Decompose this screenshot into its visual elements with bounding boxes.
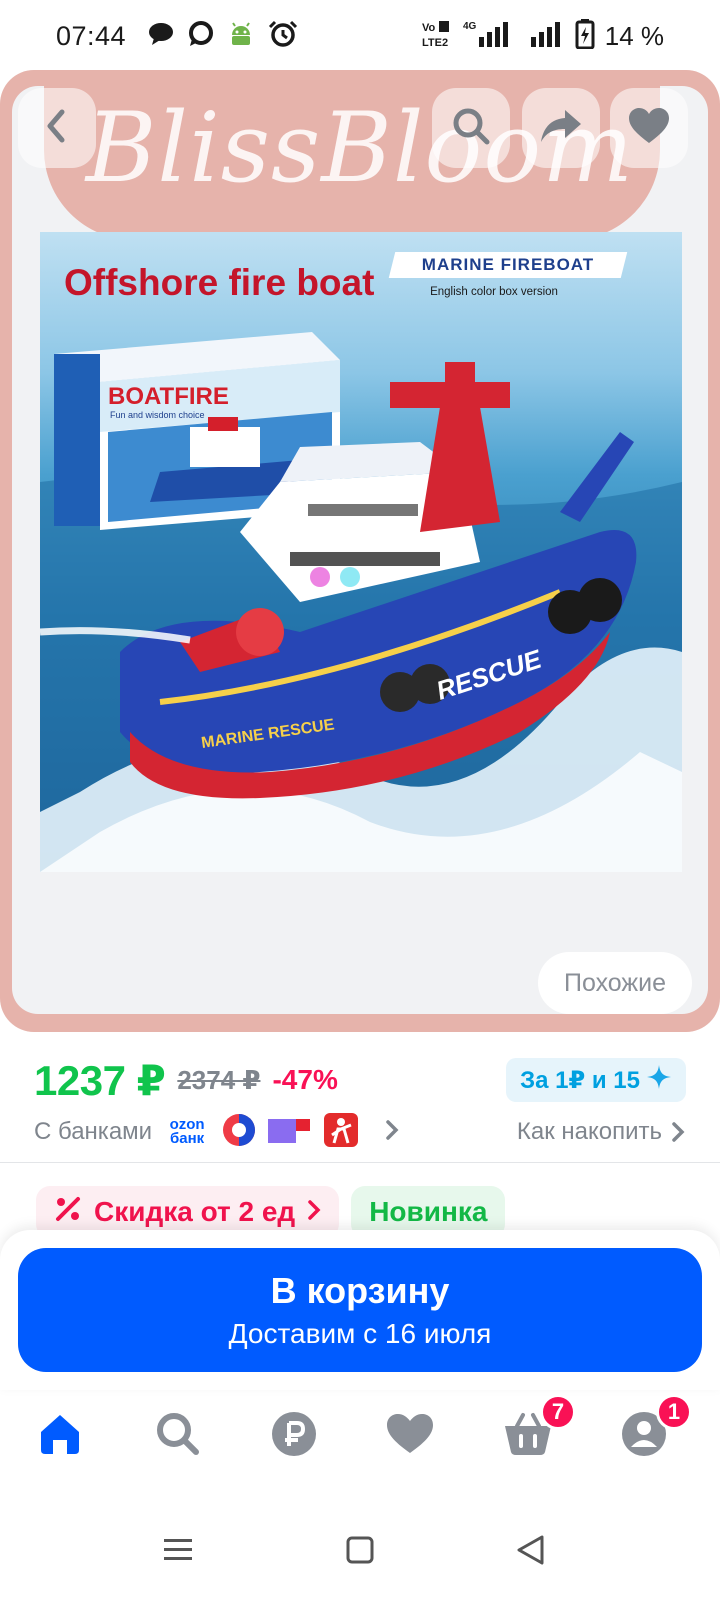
chevron-right-icon [384,1118,400,1147]
signal-icon: 4G [463,19,519,54]
status-time: 07:44 [56,20,127,51]
tab-profile[interactable]: 1 [614,1394,692,1466]
signal-icon-2 [529,19,565,54]
back-button[interactable] [18,88,96,168]
search-button[interactable] [432,88,510,168]
back-triangle-icon [515,1534,545,1571]
current-price: 1237 ₽ [34,1056,166,1104]
android-icon [228,21,254,52]
ozon-bank-logo: ozon банк [169,1116,205,1147]
tab-finance[interactable] [264,1406,324,1466]
bank-offers-row[interactable]: С банками ozon банк Как накопить [34,1110,686,1154]
bank-logo-circle-icon [222,1113,256,1152]
svg-text:Fun and wisdom choice: Fun and wisdom choice [110,410,205,420]
tab-favorites[interactable] [380,1406,440,1466]
svg-text:LTE2: LTE2 [422,37,448,49]
message-ring-icon [188,20,214,52]
home-icon [37,1412,83,1461]
old-price: 2374 ₽ [177,1064,261,1095]
svg-text:Vo: Vo [422,22,436,34]
favorite-icon [628,107,670,150]
percent-icon [54,1195,82,1230]
product-gallery[interactable]: BlissBloom Offshore fire boat MARINE FIR… [0,70,720,1032]
chat-bubble-icon [148,22,174,51]
bank-label: С банками [34,1118,153,1145]
status-right: Vo LTE2 4G 14 % [421,18,664,54]
share-icon [539,108,583,149]
battery-icon [575,18,595,54]
bank-logo-flag-icon [268,1115,312,1150]
recent-apps-button[interactable] [156,1530,200,1574]
profile-count-badge: 1 [656,1394,692,1430]
volte-icon: Vo LTE2 [421,19,453,54]
chevron-right-icon [307,1196,321,1228]
chevron-right-icon [672,1122,685,1142]
similar-button[interactable]: Похожие [538,952,692,1014]
battery-percent: 14 % [604,20,664,51]
tab-search[interactable] [148,1406,208,1466]
home-square-icon [346,1536,374,1569]
alarm-icon [268,20,298,53]
back-icon [42,108,72,149]
cart-count-badge: 7 [540,1394,576,1430]
product-page: 07:44 Vo LTE2 4G 14 % BlissBloom Offshor… [0,0,720,1600]
share-button[interactable] [522,88,600,168]
ruble-icon [271,1411,317,1462]
fireboat-illustration: BOATFIRE Fun and wisdom choice MARINE RE… [40,332,682,872]
svg-text:BOATFIRE: BOATFIRE [108,383,229,410]
tab-home[interactable] [30,1406,90,1466]
discount-badge: -47% [272,1064,338,1095]
product-image[interactable]: Offshore fire boat MARINE FIREBOAT Engli… [40,232,682,872]
bulk-discount-label: Скидка от 2 ед [94,1196,296,1227]
divider [0,1162,720,1163]
svg-text:4G: 4G [463,21,477,32]
menu-icon [163,1537,193,1568]
back-system-button[interactable] [508,1530,552,1574]
bottom-tab-bar: 7 1 [0,1394,720,1486]
home-system-button[interactable] [338,1530,382,1574]
bonus-badge[interactable]: За 1₽ и 15 [506,1058,686,1102]
tab-cart[interactable]: 7 [498,1394,576,1466]
system-nav-bar [0,1510,720,1600]
search-icon [451,106,491,151]
add-to-cart-button[interactable]: В корзину Доставим с 16 июля [18,1248,702,1372]
favorite-button[interactable] [610,88,688,168]
bank-logo-figure-icon [324,1112,359,1152]
heart-icon [386,1413,434,1460]
bonus-text: За 1₽ и 15 [520,1066,640,1094]
how-to-accumulate-link[interactable]: Как накопить [517,1118,686,1146]
price-row: 1237 ₽ 2374 ₽ -47% За 1₽ и 15 [34,1052,686,1108]
status-bar: 07:44 Vo LTE2 4G 14 % [0,0,720,72]
sparkle-icon [646,1064,672,1097]
search-icon [155,1411,201,1462]
notification-icons [148,20,298,53]
delivery-date: Доставим с 16 июля [228,1318,492,1349]
add-to-cart-label: В корзину [270,1270,450,1311]
